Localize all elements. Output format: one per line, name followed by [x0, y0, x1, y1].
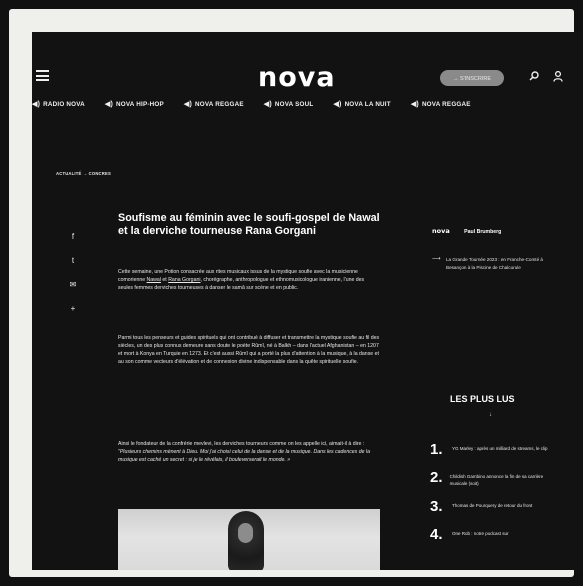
nav-item-label: NOVA LA NUIT	[344, 100, 391, 108]
article-paragraph-1: Cette semaine, une Potion consacrée aux …	[118, 268, 380, 292]
radio-wave-icon: ◀)	[333, 101, 342, 108]
link-rana-gorgani[interactable]: Rana Gorgani	[168, 277, 200, 283]
hamburger-menu-icon[interactable]	[36, 70, 49, 81]
radio-wave-icon: ◀)	[32, 101, 41, 108]
link-nawal[interactable]: Nawal	[147, 277, 161, 283]
twitter-icon[interactable]: t	[68, 256, 78, 267]
more-share-icon[interactable]: +	[68, 304, 78, 315]
article-paragraph-2: Parmi tous les penseurs et guides spirit…	[118, 335, 380, 366]
related-link[interactable]: ⟶ La Grande Tournée 2023 : en Franche-Co…	[432, 256, 552, 271]
list-item[interactable]: 2. Childish Gambino annonce la fin de sa…	[430, 470, 560, 487]
site-header: nova → S'INSCRIRE ◀) RADIO NOVA ◀) NOVA …	[32, 32, 583, 118]
list-item-number: 3.	[430, 498, 443, 515]
nav-item-nova-la-nuit[interactable]: ◀) NOVA LA NUIT	[333, 97, 390, 111]
radio-wave-icon: ◀)	[104, 101, 114, 108]
list-item[interactable]: 4. One Rob : notre podcast sur	[430, 527, 560, 543]
breadcrumb[interactable]: ACTUALITÉ → CONCRES	[56, 171, 111, 176]
facebook-icon[interactable]: f	[68, 232, 78, 243]
arrow-right-icon: ⟶	[432, 256, 441, 262]
related-link-text: La Grande Tournée 2023 : en Franche-Comt…	[446, 257, 543, 270]
nav-item-label: RADIO NOVA	[43, 100, 85, 108]
nav-item-nova-hip-hop[interactable]: ◀) NOVA HIP-HOP	[105, 97, 164, 111]
nav-item-nova-soul[interactable]: ◀) NOVA SOUL	[264, 97, 314, 111]
nav-item-label: NOVA REGGAE	[421, 100, 471, 108]
nav-item-label: NOVA HIP-HOP	[116, 100, 164, 108]
user-icon[interactable]	[553, 71, 563, 82]
article-body: Soufisme au féminin avec le soufi-gospel…	[118, 212, 380, 463]
popular-title: LES PLUS LUS	[450, 394, 515, 404]
article-title: Soufisme au féminin avec le soufi-gospel…	[118, 212, 380, 237]
list-item-text: Childish Gambino annonce la fin de sa ca…	[449, 474, 544, 486]
nav-item-nova-reggae[interactable]: ◀) NOVA REGGAE	[184, 97, 244, 111]
article-photo	[118, 509, 380, 570]
radio-wave-icon: ◀)	[263, 101, 272, 108]
list-item-text: YG Marley : après un milliard de streams…	[452, 446, 548, 451]
list-item[interactable]: 3. Thomas de Pourquery de retour du fron…	[430, 499, 560, 515]
subscribe-button[interactable]: → S'INSCRIRE	[440, 70, 504, 86]
nav-item-label: NOVA REGGAE	[195, 100, 244, 108]
list-item-number: 2.	[430, 469, 443, 486]
paragraph-text: Ainsi le fondateur de la confrérie mevle…	[118, 441, 365, 447]
author-name[interactable]: Paul Brumberg	[464, 229, 501, 235]
nav-item-radio-nova[interactable]: ◀) RADIO NOVA	[32, 97, 85, 111]
list-item-text: One Rob : notre podcast sur	[452, 531, 509, 536]
quote-text: "Plusieurs chemins mènent à Dieu. Moi j'…	[118, 449, 370, 464]
author-block: nova Paul Brumberg	[432, 220, 562, 238]
radio-nav-bar: ◀) RADIO NOVA ◀) NOVA HIP-HOP ◀) NOVA RE…	[32, 97, 583, 111]
email-icon[interactable]: ✉	[68, 280, 78, 291]
radio-wave-icon: ◀)	[183, 101, 193, 108]
author-logo: nova	[432, 227, 450, 235]
radio-wave-icon: ◀)	[410, 101, 419, 108]
article-paragraph-3: Ainsi le fondateur de la confrérie mevle…	[118, 440, 380, 464]
arrow-down-icon: ↓	[489, 412, 492, 418]
search-icon[interactable]	[529, 71, 539, 81]
share-bar: f t ✉ +	[68, 232, 78, 328]
list-item-text: Thomas de Pourquery de retour du front	[452, 503, 533, 508]
nav-item-label: NOVA SOUL	[274, 100, 314, 108]
browser-screen: nova → S'INSCRIRE ◀) RADIO NOVA ◀) NOVA …	[32, 32, 583, 570]
list-item[interactable]: 1. YG Marley : après un milliard de stre…	[430, 442, 560, 458]
photo-face	[238, 523, 253, 543]
list-item-number: 4.	[430, 526, 443, 543]
list-item-number: 1.	[430, 441, 443, 458]
site-logo[interactable]: nova	[258, 62, 336, 93]
popular-list: 1. YG Marley : après un milliard de stre…	[430, 442, 560, 555]
nav-item-nova-reggae-2[interactable]: ◀) NOVA REGGAE	[411, 97, 471, 111]
